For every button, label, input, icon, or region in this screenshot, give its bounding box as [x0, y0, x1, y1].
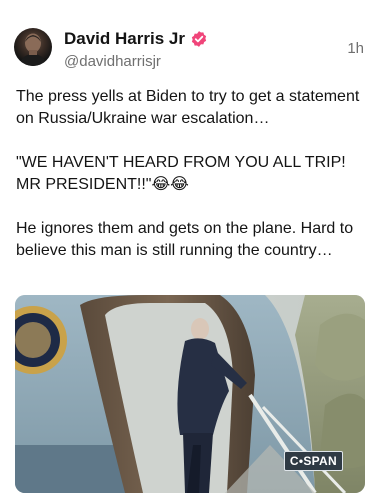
author-display-name[interactable]: David Harris Jr	[64, 29, 185, 49]
post-paragraph: "WE HAVEN'T HEARD FROM YOU ALL TRIP! MR …	[16, 154, 351, 193]
post-body: The press yells at Biden to try to get a…	[16, 86, 368, 262]
post-header: David Harris Jr @davidharrisjr 1h	[14, 26, 366, 72]
verified-badge-icon	[191, 31, 207, 47]
avatar[interactable]	[14, 28, 52, 66]
post-paragraph: The press yells at Biden to try to get a…	[16, 88, 364, 127]
author-handle[interactable]: @davidharrisjr	[64, 53, 208, 70]
post-media-video[interactable]: C•SPAN	[15, 295, 365, 493]
post-card[interactable]: David Harris Jr @davidharrisjr 1h The pr…	[0, 0, 380, 500]
author-names: David Harris Jr @davidharrisjr	[64, 28, 208, 70]
cspan-logo: C•SPAN	[283, 451, 343, 471]
post-paragraph: He ignores them and gets on the plane. H…	[16, 220, 358, 259]
post-timestamp[interactable]: 1h	[347, 40, 364, 57]
avatar-portrait-icon	[19, 33, 47, 66]
